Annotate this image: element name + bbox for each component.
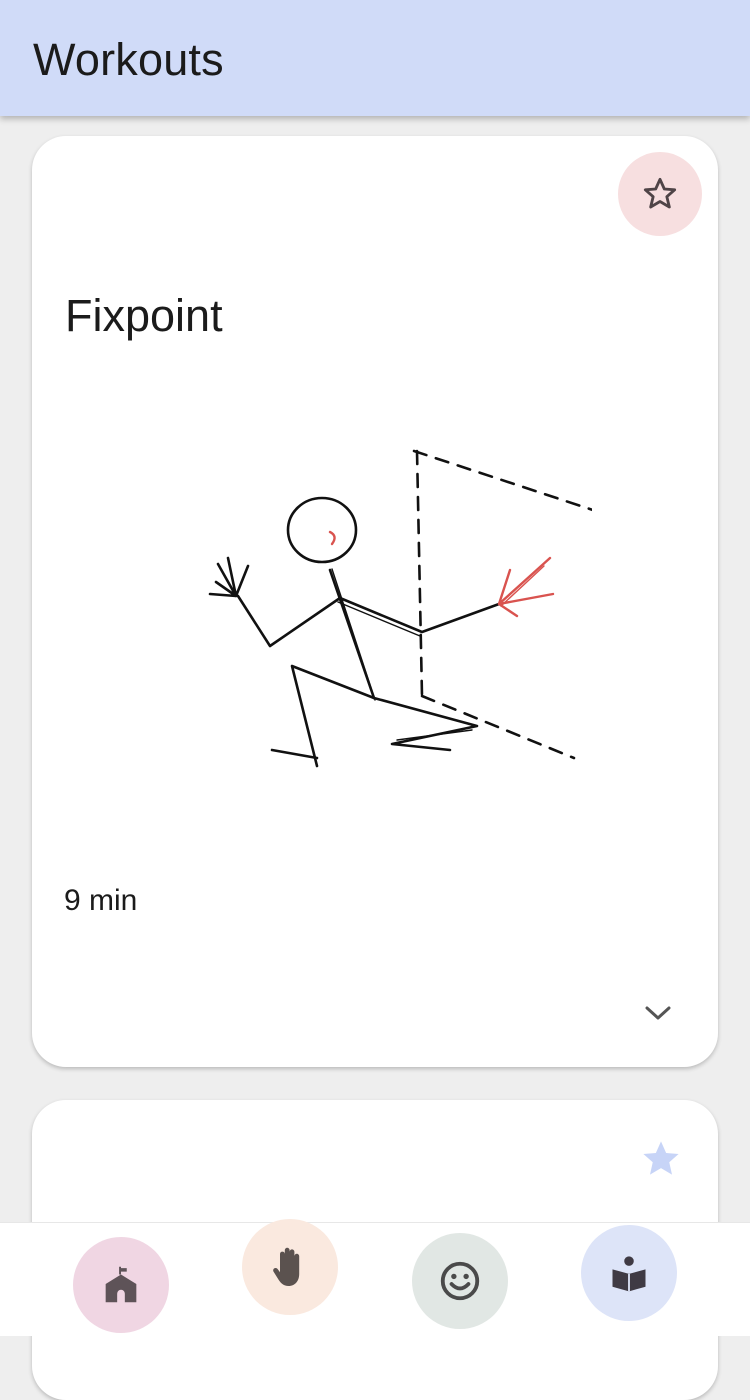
- star-outline-icon: [643, 177, 677, 209]
- nav-mood-button[interactable]: [412, 1233, 508, 1329]
- hand-icon: [273, 1247, 300, 1286]
- page-title: Workouts: [33, 34, 224, 85]
- workout-illustration: [208, 449, 592, 768]
- reading-person-icon: [612, 1256, 646, 1292]
- workout-title: Fixpoint: [65, 290, 223, 341]
- smiley-icon: [440, 1261, 480, 1301]
- school-home-icon: [105, 1266, 137, 1303]
- workout-card[interactable]: Fixpoint 9 min: [32, 136, 718, 1067]
- bottom-navigation: [0, 1219, 750, 1336]
- app-bar: Workouts: [0, 0, 750, 116]
- nav-home-button[interactable]: [73, 1237, 169, 1333]
- chevron-down-icon: [645, 1006, 671, 1020]
- favorite-button[interactable]: [634, 1132, 688, 1186]
- nav-hand-button[interactable]: [242, 1219, 338, 1315]
- workout-duration: 9 min: [64, 884, 138, 917]
- expand-button[interactable]: [636, 998, 680, 1028]
- favorite-button[interactable]: [618, 152, 702, 236]
- star-filled-icon: [643, 1141, 679, 1175]
- nav-reading-button[interactable]: [581, 1225, 677, 1321]
